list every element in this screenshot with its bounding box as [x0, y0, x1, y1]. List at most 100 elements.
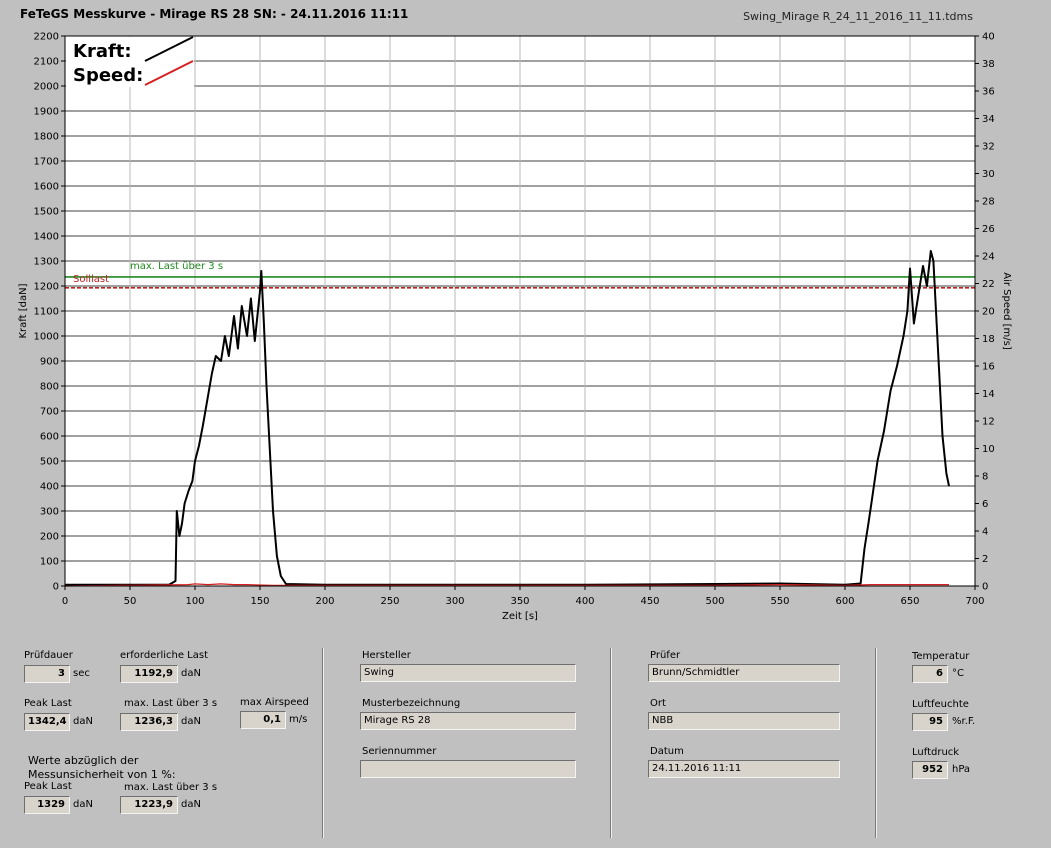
max-last-2-value: 1223,9 [120, 796, 178, 814]
pruefer-field: Brunn/Schmidtler [648, 664, 840, 682]
x-tick-label: 500 [705, 596, 724, 607]
pruefdauer-label: Prüfdauer [24, 650, 73, 661]
max-last-unit: daN [181, 716, 201, 727]
x-tick-label: 50 [124, 596, 137, 607]
y2-tick-label: 40 [982, 32, 995, 43]
pruefdauer-value: 3 [24, 665, 70, 683]
x-tick-label: 250 [380, 596, 399, 607]
y2-tick-label: 28 [982, 197, 995, 208]
hersteller-field: Swing [360, 664, 576, 682]
y-tick-label: 600 [40, 432, 59, 443]
y2-axis-label: Air Speed [m/s] [1001, 272, 1012, 350]
x-tick-label: 150 [250, 596, 269, 607]
y-tick-label: 300 [40, 507, 59, 518]
y2-tick-label: 4 [982, 527, 988, 538]
y-tick-label: 1000 [34, 332, 59, 343]
separator [875, 648, 877, 838]
legend-label-kraft: Kraft: [73, 41, 132, 62]
y-tick-label: 500 [40, 457, 59, 468]
y2-tick-label: 32 [982, 142, 995, 153]
y-tick-label: 2200 [34, 32, 59, 43]
y-tick-label: 1400 [34, 232, 59, 243]
luftdruck-value: 952 [912, 761, 948, 779]
seriennummer-field [360, 760, 576, 778]
x-tick-label: 650 [900, 596, 919, 607]
y-tick-label: 900 [40, 357, 59, 368]
pruefer-label: Prüfer [650, 650, 681, 661]
y2-tick-label: 18 [982, 334, 995, 345]
temperatur-unit: °C [952, 668, 964, 679]
luftdruck-unit: hPa [952, 764, 971, 775]
x-tick-label: 550 [770, 596, 789, 607]
luftfeuchte-label: Luftfeuchte [912, 699, 969, 710]
y-tick-label: 1800 [34, 132, 59, 143]
x-tick-label: 400 [575, 596, 594, 607]
y2-tick-label: 6 [982, 499, 988, 510]
y-tick-label: 800 [40, 382, 59, 393]
pruefdauer-unit: sec [73, 668, 90, 679]
y2-tick-label: 2 [982, 554, 988, 565]
y2-axis-ticks: 0246810121416182022242628303234363840 [975, 32, 995, 593]
y2-tick-label: 30 [982, 169, 995, 180]
luftfeuchte-unit: %r.F. [952, 716, 976, 727]
y2-tick-label: 36 [982, 87, 995, 98]
y2-tick-label: 34 [982, 114, 995, 125]
y-tick-label: 1100 [34, 307, 59, 318]
y-tick-label: 2000 [34, 82, 59, 93]
separator [610, 648, 612, 838]
peak-last-unit: daN [73, 716, 93, 727]
force-speed-chart: 0 100 200 300 400 500 600 700 800 900 1000 1100 1200… [18, 32, 1012, 623]
max-airspeed-unit: m/s [289, 714, 308, 725]
y-tick-label: 2100 [34, 57, 59, 68]
datum-label: Datum [650, 746, 684, 757]
reference-line-label: max. Last über 3 s [130, 261, 223, 272]
y-tick-label: 700 [40, 407, 59, 418]
ort-label: Ort [650, 698, 666, 709]
seriennummer-label: Seriennummer [362, 746, 437, 757]
y2-tick-label: 12 [982, 417, 995, 428]
y2-tick-label: 8 [982, 472, 988, 483]
x-tick-label: 100 [185, 596, 204, 607]
y-tick-label: 1700 [34, 157, 59, 168]
max-last-value: 1236,3 [120, 713, 178, 731]
y-tick-label: 200 [40, 532, 59, 543]
y-tick-label: 1200 [34, 282, 59, 293]
datum-field: 24.11.2016 11:11 [648, 760, 840, 778]
y-tick-label: 1900 [34, 107, 59, 118]
x-axis-ticks: 0 50 100 150 200 250 300 350 400 450 500 550 600 650 7… [62, 586, 985, 607]
max-airspeed-value: 0,1 [240, 711, 286, 729]
y-axis-ticks: 0 100 200 300 400 500 600 700 800 900 1000 1100 1200… [34, 32, 65, 593]
y-tick-label: 1500 [34, 207, 59, 218]
y2-tick-label: 20 [982, 307, 995, 318]
x-axis-label: Zeit [s] [502, 611, 538, 622]
x-tick-label: 600 [835, 596, 854, 607]
reference-line-label: Solllast [73, 274, 109, 285]
x-tick-label: 350 [510, 596, 529, 607]
y-tick-label: 400 [40, 482, 59, 493]
y2-tick-label: 24 [982, 252, 995, 263]
ort-field: NBB [648, 712, 840, 730]
max-last-2-label: max. Last über 3 s [124, 782, 218, 793]
legend-label-speed: Speed: [73, 65, 143, 86]
erforderliche-last-value: 1192,9 [120, 665, 178, 683]
messunsicherheit-note: Messunsicherheit von 1 %: [28, 768, 176, 781]
y2-tick-label: 0 [982, 582, 988, 593]
max-last-2-unit: daN [181, 799, 201, 810]
y-tick-label: 1600 [34, 182, 59, 193]
hersteller-label: Hersteller [362, 650, 411, 661]
max-last-label: max. Last über 3 s [124, 698, 218, 709]
y2-tick-label: 10 [982, 444, 995, 455]
peak-last-value: 1342,4 [24, 713, 70, 731]
werte-note: Werte abzüglich der [28, 754, 139, 767]
y2-tick-label: 26 [982, 224, 995, 235]
x-tick-label: 450 [640, 596, 659, 607]
peak-last-2-value: 1329 [24, 796, 70, 814]
temperatur-value: 6 [912, 665, 948, 683]
x-tick-label: 200 [315, 596, 334, 607]
y-tick-label: 100 [40, 557, 59, 568]
y2-tick-label: 38 [982, 59, 995, 70]
luftfeuchte-value: 95 [912, 713, 948, 731]
peak-last-label: Peak Last [24, 698, 72, 709]
peak-last-2-label: Peak Last [24, 781, 72, 792]
separator [322, 648, 324, 838]
